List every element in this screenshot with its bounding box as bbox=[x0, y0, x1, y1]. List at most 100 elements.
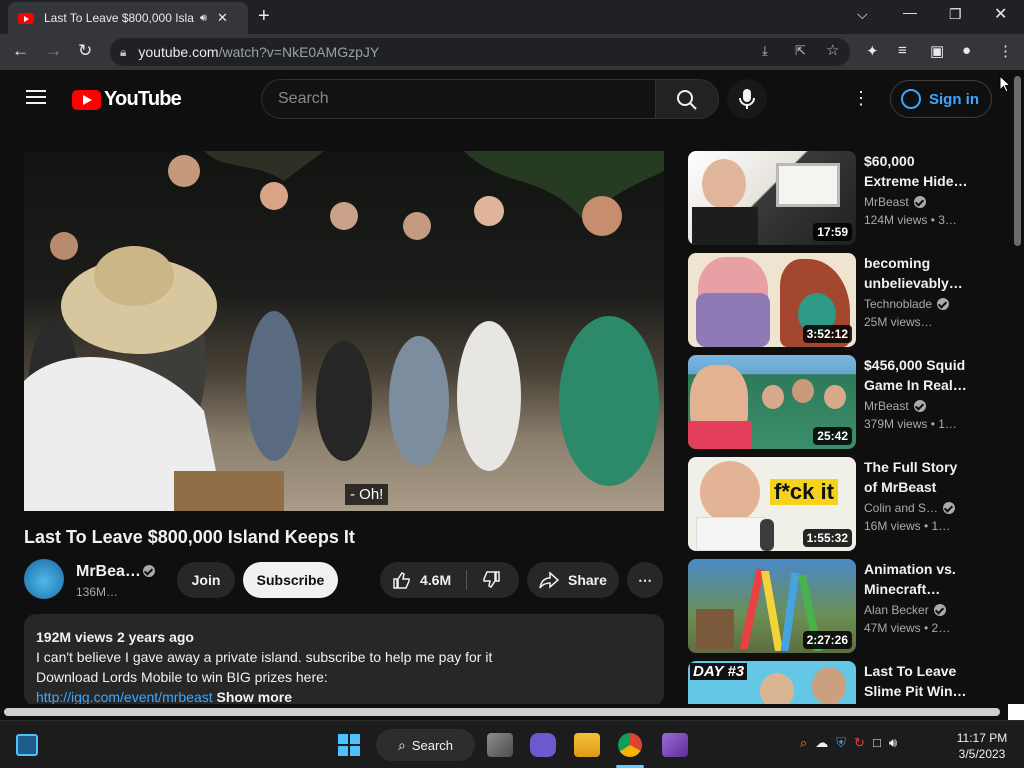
install-app-icon[interactable]: ⤓ bbox=[762, 43, 768, 59]
security-shield-icon[interactable]: ⛨ bbox=[836, 735, 846, 751]
more-horizontal-icon: ⋯ bbox=[638, 571, 652, 588]
video-duration: 17:59 bbox=[813, 223, 852, 241]
taskbar-search-button[interactable]: ⌕ Search bbox=[376, 729, 475, 761]
minimize-button[interactable]: — bbox=[903, 4, 917, 20]
back-button[interactable]: ← bbox=[12, 41, 29, 61]
settings-menu-icon[interactable]: ⋮ bbox=[852, 88, 870, 109]
media-control-icon[interactable]: ≡ bbox=[898, 42, 907, 59]
subscriber-count: 136M… bbox=[76, 585, 119, 599]
related-channel[interactable]: Alan Becker bbox=[864, 603, 946, 617]
teams-chat-icon[interactable] bbox=[530, 733, 556, 757]
reload-button[interactable]: ↻ bbox=[78, 41, 92, 61]
sign-in-button[interactable]: Sign in bbox=[890, 80, 992, 118]
search-input[interactable]: Search bbox=[261, 79, 656, 119]
show-more-button[interactable]: Show more bbox=[217, 689, 292, 705]
vertical-scrollbar[interactable] bbox=[1012, 70, 1024, 720]
restore-button[interactable]: ❐ bbox=[949, 6, 962, 23]
channel-avatar[interactable] bbox=[24, 559, 64, 599]
youtube-logo[interactable]: YouTube bbox=[72, 88, 182, 111]
horizontal-scrollbar[interactable] bbox=[0, 704, 1012, 720]
related-meta: 25M views… bbox=[864, 315, 933, 329]
related-video[interactable]: f*ck it 1:55:32 The Full Story of MrBeast… bbox=[688, 457, 988, 551]
related-channel[interactable]: MrBeast bbox=[864, 195, 926, 209]
youtube-wordmark: YouTube bbox=[104, 88, 182, 110]
like-count: 4.6M bbox=[420, 572, 452, 588]
chrome-taskbar-icon[interactable] bbox=[618, 733, 642, 757]
tab-search-chevron-icon[interactable]: ⌵ bbox=[857, 6, 868, 23]
related-channel[interactable]: Colin and S… bbox=[864, 501, 956, 515]
chrome-menu-icon[interactable]: ⋮ bbox=[998, 42, 1013, 60]
video-thumbnail[interactable]: 25:42 bbox=[688, 355, 856, 449]
related-video[interactable]: 25:42 $456,000 Squid Game In Real… MrBeas… bbox=[688, 355, 988, 449]
profile-icon[interactable]: ● bbox=[962, 42, 971, 59]
join-button[interactable]: Join bbox=[177, 562, 235, 598]
browser-tab[interactable]: Last To Leave $800,000 Island Keeps It 🔊… bbox=[8, 2, 248, 34]
sync-icon[interactable]: ↻ bbox=[854, 735, 865, 751]
video-thumbnail[interactable]: 3:52:12 bbox=[688, 253, 856, 347]
related-title: The Full Story of MrBeast bbox=[864, 459, 958, 495]
verified-badge-icon bbox=[937, 298, 950, 310]
related-video[interactable]: 17:59 $60,000 Extreme Hide… MrBeast 124M … bbox=[688, 151, 988, 245]
forward-button[interactable]: → bbox=[45, 41, 62, 61]
subscribe-button[interactable]: Subscribe bbox=[243, 562, 338, 598]
task-view-icon[interactable] bbox=[487, 733, 513, 757]
video-thumbnail[interactable]: 17:59 bbox=[688, 151, 856, 245]
youtube-favicon-icon bbox=[18, 12, 34, 24]
visual-studio-icon[interactable] bbox=[662, 733, 688, 757]
guide-menu-icon[interactable] bbox=[26, 90, 46, 104]
related-title: Animation vs. Minecraft… bbox=[864, 561, 956, 597]
voice-search-button[interactable] bbox=[727, 79, 767, 119]
thumbs-down-icon[interactable] bbox=[481, 570, 501, 590]
related-channel[interactable]: MrBeast bbox=[864, 399, 926, 413]
youtube-masthead: YouTube Search ⋮ Sign in bbox=[0, 70, 1012, 128]
video-player[interactable]: - Oh! bbox=[24, 151, 664, 511]
cloud-icon[interactable]: ☁ bbox=[815, 735, 828, 751]
taskbar-clock[interactable]: 11:17 PM 3/5/2023 bbox=[952, 730, 1012, 762]
youtube-play-logo-icon bbox=[72, 89, 101, 110]
display-icon[interactable]: □ bbox=[873, 735, 881, 751]
windows-start-icon[interactable] bbox=[338, 734, 360, 756]
browser-tab-strip: Last To Leave $800,000 Island Keeps It 🔊… bbox=[0, 0, 1024, 34]
like-button[interactable]: 4.6M bbox=[380, 562, 519, 598]
verified-badge-icon bbox=[143, 565, 155, 577]
new-tab-button[interactable]: + bbox=[258, 5, 270, 28]
side-panel-icon[interactable]: ▣ bbox=[930, 42, 944, 60]
url-path: /watch?v=NkE0AMGzpJY bbox=[218, 44, 380, 60]
thumbs-up-icon bbox=[393, 572, 410, 589]
video-thumbnail[interactable]: f*ck it 1:55:32 bbox=[688, 457, 856, 551]
sign-in-label: Sign in bbox=[929, 90, 979, 108]
widgets-icon[interactable] bbox=[16, 734, 38, 756]
related-video[interactable]: DAY #3 Last To Leave Slime Pit Win… bbox=[688, 661, 988, 704]
related-video[interactable]: 3:52:12 becoming unbelievably… Technoblad… bbox=[688, 253, 988, 347]
speaker-icon[interactable]: 🔊︎ bbox=[200, 12, 207, 25]
video-thumbnail[interactable]: DAY #3 bbox=[688, 661, 856, 704]
description-link[interactable]: http://igg.com/event/mrbeast bbox=[36, 689, 213, 705]
share-button[interactable]: Share bbox=[527, 562, 619, 598]
related-title: becoming unbelievably… bbox=[864, 255, 963, 291]
clock-date: 3/5/2023 bbox=[958, 747, 1006, 761]
extensions-icon[interactable]: ✦ bbox=[866, 42, 879, 60]
file-explorer-icon[interactable] bbox=[574, 733, 600, 757]
close-window-button[interactable]: ✕ bbox=[994, 4, 1007, 24]
share-arrow-icon bbox=[539, 571, 559, 589]
related-channel[interactable]: Technoblade bbox=[864, 297, 950, 311]
address-bar[interactable]: 🔒︎ youtube.com/watch?v=NkE0AMGzpJY bbox=[110, 38, 850, 66]
search-button[interactable] bbox=[655, 79, 719, 119]
more-actions-button[interactable]: ⋯ bbox=[627, 562, 663, 598]
related-title: $60,000 Extreme Hide… bbox=[864, 153, 968, 189]
video-thumbnail[interactable]: 2:27:26 bbox=[688, 559, 856, 653]
lock-icon[interactable]: 🔒︎ bbox=[120, 45, 126, 60]
verified-badge-icon bbox=[943, 502, 956, 514]
share-page-icon[interactable]: ⇱ bbox=[795, 43, 806, 59]
search-tray-icon[interactable]: ⌕ bbox=[800, 735, 807, 751]
bookmark-star-icon[interactable]: ☆ bbox=[826, 41, 839, 59]
video-description[interactable]: 192M views 2 years ago I can't believe I… bbox=[24, 614, 664, 706]
related-video[interactable]: 2:27:26 Animation vs. Minecraft… Alan Bec… bbox=[688, 559, 988, 653]
like-dislike-divider bbox=[466, 570, 467, 590]
vertical-scroll-thumb[interactable] bbox=[1014, 76, 1021, 246]
channel-name[interactable]: MrBea… bbox=[76, 563, 141, 581]
related-meta: 379M views • 1… bbox=[864, 417, 957, 431]
horizontal-scroll-thumb[interactable] bbox=[4, 708, 1000, 716]
close-tab-icon[interactable]: ✕ bbox=[217, 10, 228, 26]
volume-icon[interactable]: 🔊︎ bbox=[889, 735, 897, 751]
